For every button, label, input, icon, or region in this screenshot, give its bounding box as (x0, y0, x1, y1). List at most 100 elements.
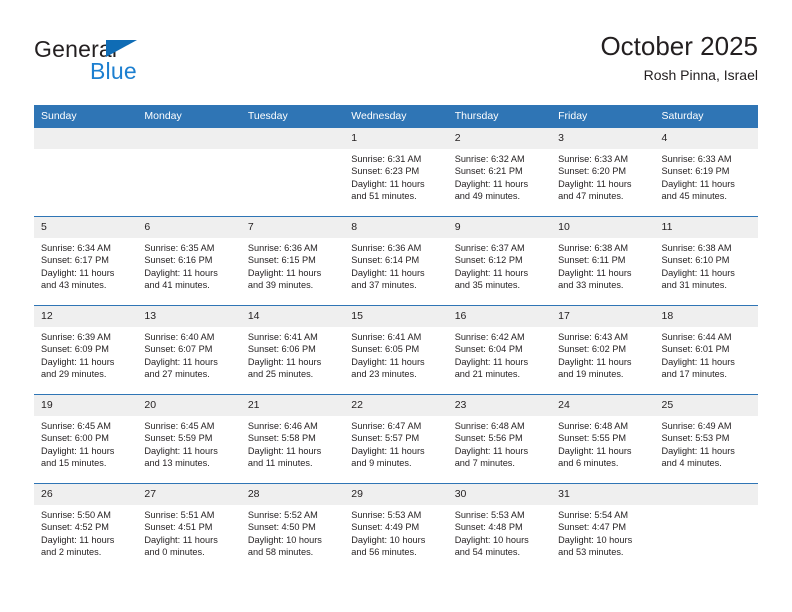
calendar-day-cell[interactable]: 1 Sunrise: 6:31 AM Sunset: 6:23 PM Daylight… (344, 128, 448, 217)
calendar-day-cell[interactable]: 4 Sunrise: 6:33 AM Sunset: 6:19 PM Daylight… (654, 128, 758, 217)
daylight-text-cont: and 45 minutes. (661, 191, 727, 202)
day-number: 3 (551, 128, 655, 149)
weekday-header-wednesday: Wednesday (344, 105, 448, 128)
daylight-text: Daylight: 11 hours (558, 445, 632, 456)
calendar-day-cell[interactable]: 31 Sunrise: 5:54 AM Sunset: 4:47 PM Dayligh… (551, 483, 655, 572)
calendar-day-cell[interactable]: 25 Sunrise: 6:49 AM Sunset: 5:53 PM Dayligh… (654, 394, 758, 484)
sunrise-text: Sunrise: 6:41 AM (351, 332, 422, 342)
day-details: Sunrise: 5:52 AM Sunset: 4:50 PM Daylight:… (241, 505, 344, 559)
calendar-day-cell[interactable]: 10 Sunrise: 6:38 AM Sunset: 6:11 PM Dayligh… (551, 216, 655, 306)
sunset-text: Sunset: 6:21 PM (454, 166, 523, 177)
daylight-text-cont: and 33 minutes. (558, 280, 624, 291)
calendar-day-cell[interactable]: 3 Sunrise: 6:33 AM Sunset: 6:20 PM Daylight… (551, 128, 655, 217)
calendar-body: 1 Sunrise: 6:31 AM Sunset: 6:23 PM Daylight… (34, 128, 758, 572)
day-details: Sunrise: 5:53 AM Sunset: 4:49 PM Daylight:… (344, 505, 447, 559)
calendar-day-cell[interactable]: 30 Sunrise: 5:53 AM Sunset: 4:48 PM Dayligh… (447, 483, 552, 572)
sunrise-text: Sunrise: 6:48 AM (558, 421, 629, 431)
daylight-text-cont: and 11 minutes. (247, 458, 313, 469)
calendar-day-cell[interactable]: 21 Sunrise: 6:46 AM Sunset: 5:58 PM Dayligh… (240, 394, 345, 484)
daylight-text-cont: and 53 minutes. (558, 547, 624, 558)
calendar-day-cell[interactable]: 28 Sunrise: 5:52 AM Sunset: 4:50 PM Dayligh… (240, 483, 345, 572)
day-number: 17 (551, 306, 655, 327)
sunrise-text: Sunrise: 6:43 AM (558, 332, 629, 342)
sunrise-text: Sunrise: 6:36 AM (247, 243, 318, 253)
sunset-text: Sunset: 4:51 PM (144, 522, 213, 533)
calendar-day-cell[interactable]: 16 Sunrise: 6:42 AM Sunset: 6:04 PM Dayligh… (447, 305, 552, 395)
sunrise-text: Sunrise: 6:33 AM (558, 154, 629, 164)
calendar-day-cell[interactable]: 13 Sunrise: 6:40 AM Sunset: 6:07 PM Dayligh… (137, 305, 241, 395)
daylight-text: Daylight: 11 hours (454, 356, 529, 367)
sunrise-text: Sunrise: 5:53 AM (351, 510, 422, 520)
daylight-text: Daylight: 11 hours (454, 178, 529, 189)
calendar-day-cell[interactable]: 19 Sunrise: 6:45 AM Sunset: 6:00 PM Dayligh… (34, 394, 138, 484)
calendar-day-cell[interactable]: 5 Sunrise: 6:34 AM Sunset: 6:17 PM Daylight… (34, 216, 138, 306)
calendar-page: General Blue October 2025 Rosh Pinna, Is… (0, 0, 792, 612)
calendar-day-cell[interactable]: 18 Sunrise: 6:44 AM Sunset: 6:01 PM Dayligh… (654, 305, 758, 395)
day-number: 26 (34, 484, 138, 505)
sunset-text: Sunset: 5:56 PM (454, 433, 523, 444)
sunrise-text: Sunrise: 6:45 AM (41, 421, 111, 431)
sunset-text: Sunset: 6:19 PM (661, 166, 730, 177)
daylight-text: Daylight: 11 hours (351, 178, 425, 189)
calendar-day-cell[interactable]: 22 Sunrise: 6:47 AM Sunset: 5:57 PM Dayligh… (344, 394, 448, 484)
calendar-day-cell[interactable]: 29 Sunrise: 5:53 AM Sunset: 4:49 PM Dayligh… (344, 483, 448, 572)
sunset-text: Sunset: 6:12 PM (454, 255, 523, 266)
calendar-week-row: 5 Sunrise: 6:34 AM Sunset: 6:17 PM Daylight… (34, 216, 758, 306)
calendar-day-cell[interactable]: 24 Sunrise: 6:48 AM Sunset: 5:55 PM Dayligh… (551, 394, 655, 484)
day-details: Sunrise: 5:51 AM Sunset: 4:51 PM Daylight:… (137, 505, 240, 559)
calendar-day-cell[interactable]: 11 Sunrise: 6:38 AM Sunset: 6:10 PM Dayligh… (654, 216, 758, 306)
daylight-text: Daylight: 11 hours (661, 178, 735, 189)
day-details: Sunrise: 6:33 AM Sunset: 6:19 PM Daylight:… (655, 149, 758, 203)
daylight-text-cont: and 51 minutes. (351, 191, 417, 202)
calendar-day-cell[interactable]: 9 Sunrise: 6:37 AM Sunset: 6:12 PM Daylight… (447, 216, 552, 306)
calendar-day-cell[interactable]: 17 Sunrise: 6:43 AM Sunset: 6:02 PM Dayligh… (551, 305, 655, 395)
sunset-text: Sunset: 6:04 PM (454, 344, 523, 355)
sunset-text: Sunset: 6:11 PM (558, 255, 626, 266)
sunrise-text: Sunrise: 6:41 AM (247, 332, 318, 342)
daylight-text: Daylight: 11 hours (454, 445, 529, 456)
day-details: Sunrise: 6:38 AM Sunset: 6:10 PM Daylight:… (655, 238, 758, 292)
calendar-day-cell[interactable]: 15 Sunrise: 6:41 AM Sunset: 6:05 PM Dayligh… (344, 305, 448, 395)
general-blue-logo[interactable]: General Blue (34, 36, 244, 92)
calendar-day-cell[interactable]: 7 Sunrise: 6:36 AM Sunset: 6:15 PM Daylight… (240, 216, 345, 306)
calendar-day-cell[interactable]: 27 Sunrise: 5:51 AM Sunset: 4:51 PM Dayligh… (137, 483, 241, 572)
daylight-text: Daylight: 11 hours (247, 267, 322, 278)
calendar-day-cell[interactable]: 8 Sunrise: 6:36 AM Sunset: 6:14 PM Daylight… (344, 216, 448, 306)
day-number: 20 (137, 395, 241, 416)
daylight-text: Daylight: 11 hours (351, 267, 425, 278)
calendar-day-cell[interactable]: 14 Sunrise: 6:41 AM Sunset: 6:06 PM Dayligh… (240, 305, 345, 395)
daylight-text-cont: and 31 minutes. (661, 280, 727, 291)
day-number (34, 128, 138, 149)
calendar-day-cell[interactable]: 6 Sunrise: 6:35 AM Sunset: 6:16 PM Daylight… (137, 216, 241, 306)
daylight-text-cont: and 2 minutes. (41, 547, 102, 558)
daylight-text: Daylight: 11 hours (41, 356, 115, 367)
calendar-day-cell[interactable]: 2 Sunrise: 6:32 AM Sunset: 6:21 PM Daylight… (447, 128, 552, 217)
location-subtitle: Rosh Pinna, Israel (643, 67, 758, 83)
page-header: General Blue October 2025 Rosh Pinna, Is… (34, 30, 758, 100)
daylight-text: Daylight: 11 hours (41, 267, 115, 278)
day-number: 22 (344, 395, 448, 416)
day-number: 27 (137, 484, 241, 505)
daylight-text: Daylight: 10 hours (247, 534, 322, 545)
calendar-day-cell[interactable]: 20 Sunrise: 6:45 AM Sunset: 5:59 PM Dayligh… (137, 394, 241, 484)
day-number: 10 (551, 217, 655, 238)
calendar-day-cell[interactable]: 26 Sunrise: 5:50 AM Sunset: 4:52 PM Dayligh… (34, 483, 138, 572)
weekday-header-tuesday: Tuesday (240, 105, 345, 128)
calendar-day-cell[interactable]: 12 Sunrise: 6:39 AM Sunset: 6:09 PM Dayligh… (34, 305, 138, 395)
daylight-text-cont: and 21 minutes. (454, 369, 521, 380)
daylight-text-cont: and 13 minutes. (144, 458, 210, 469)
daylight-text-cont: and 56 minutes. (351, 547, 417, 558)
day-number: 4 (654, 128, 758, 149)
daylight-text: Daylight: 11 hours (41, 445, 115, 456)
sunrise-text: Sunrise: 6:31 AM (351, 154, 422, 164)
day-details: Sunrise: 6:36 AM Sunset: 6:14 PM Daylight:… (344, 238, 447, 292)
day-details: Sunrise: 6:31 AM Sunset: 6:23 PM Daylight:… (344, 149, 447, 203)
daylight-text-cont: and 41 minutes. (144, 280, 210, 291)
weekday-header-sunday: Sunday (34, 105, 138, 128)
daylight-text: Daylight: 11 hours (144, 534, 218, 545)
sunset-text: Sunset: 6:01 PM (661, 344, 730, 355)
calendar-day-cell[interactable]: 23 Sunrise: 6:48 AM Sunset: 5:56 PM Dayligh… (447, 394, 552, 484)
day-details: Sunrise: 6:42 AM Sunset: 6:04 PM Daylight:… (448, 327, 551, 381)
sunrise-text: Sunrise: 5:53 AM (454, 510, 525, 520)
daylight-text: Daylight: 11 hours (661, 267, 735, 278)
